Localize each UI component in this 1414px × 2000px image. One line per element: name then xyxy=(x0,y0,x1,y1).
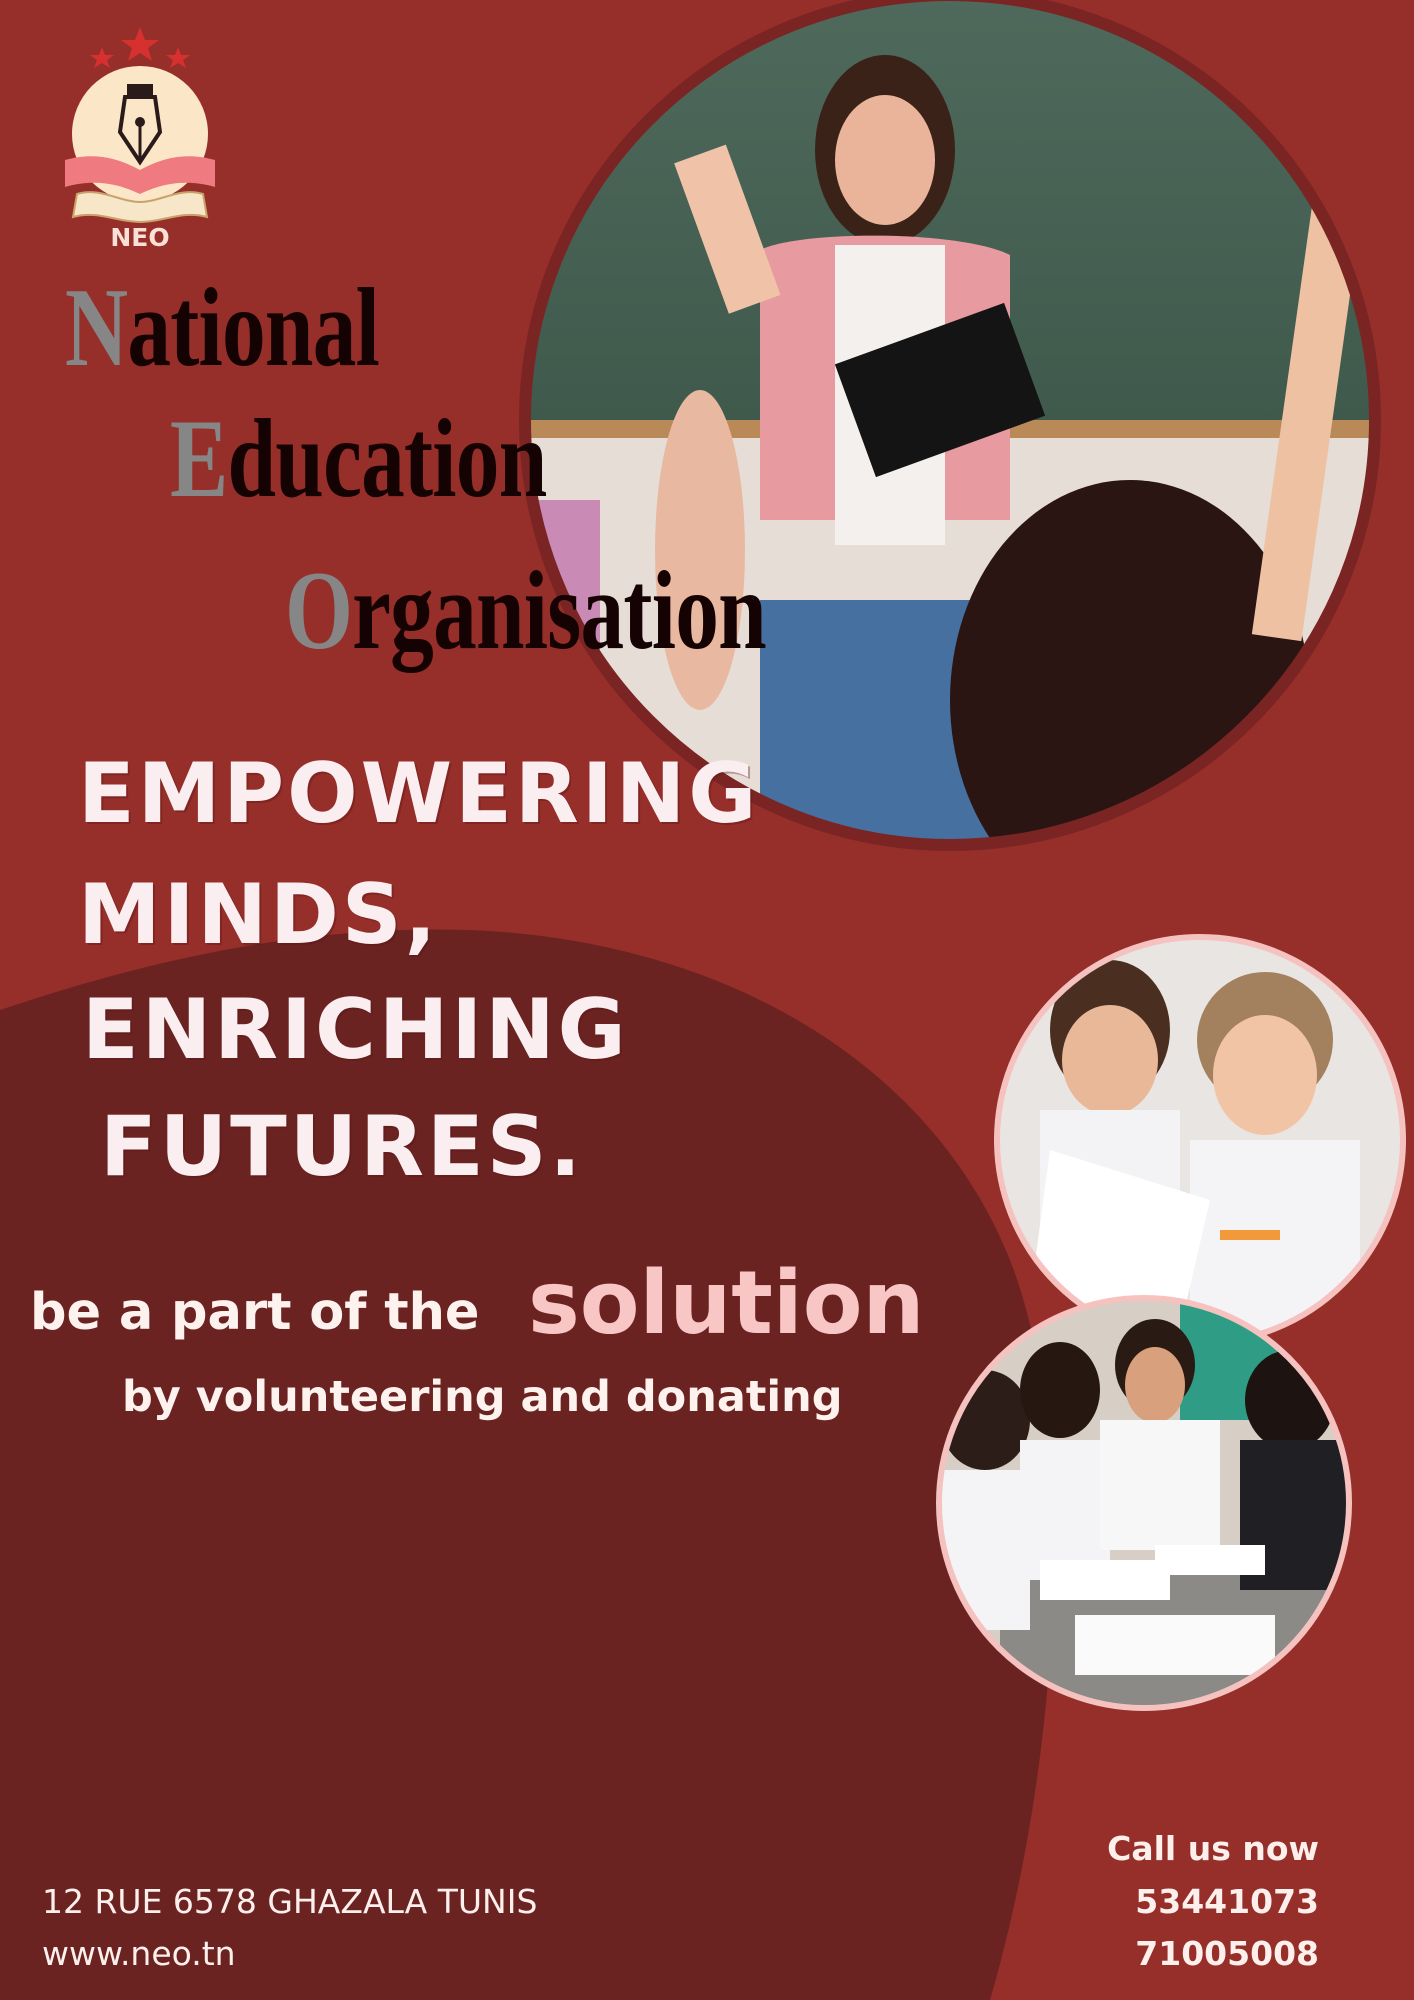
cta-subline: by volunteering and donating xyxy=(122,1372,843,1422)
org-word-organisation: rganisation xyxy=(352,549,766,673)
phone-number-1[interactable]: 53441073 xyxy=(1135,1882,1319,1921)
cta-prefix: be a part of the xyxy=(30,1283,480,1342)
org-name-line-1: National xyxy=(65,272,380,384)
call-label: Call us now xyxy=(1107,1829,1319,1868)
org-initial-n: N xyxy=(65,266,128,390)
org-name-line-2: Education xyxy=(170,403,547,515)
address-text: 12 RUE 6578 GHAZALA TUNIS xyxy=(42,1882,538,1921)
org-initial-e: E xyxy=(170,397,228,521)
org-initial-o: O xyxy=(285,549,353,673)
phone-number-2[interactable]: 71005008 xyxy=(1135,1934,1319,1973)
headline-line-4: FUTURES. xyxy=(100,1098,585,1195)
org-word-education: ducation xyxy=(227,397,547,521)
headline-line-1: EMPOWERING xyxy=(78,745,760,842)
neo-logo-icon xyxy=(65,27,215,224)
cta-highlight: solution xyxy=(528,1252,925,1354)
headline-line-2: MINDS, xyxy=(78,866,440,963)
logo-abbreviation: NEO xyxy=(110,223,170,252)
headline-line-3: ENRICHING xyxy=(82,981,629,1078)
website-link[interactable]: www.neo.tn xyxy=(42,1934,236,1973)
org-name-line-3: Organisation xyxy=(285,555,767,667)
org-word-national: ational xyxy=(127,266,380,390)
poster: NEO National Education Organisation EMPO… xyxy=(0,0,1414,2000)
